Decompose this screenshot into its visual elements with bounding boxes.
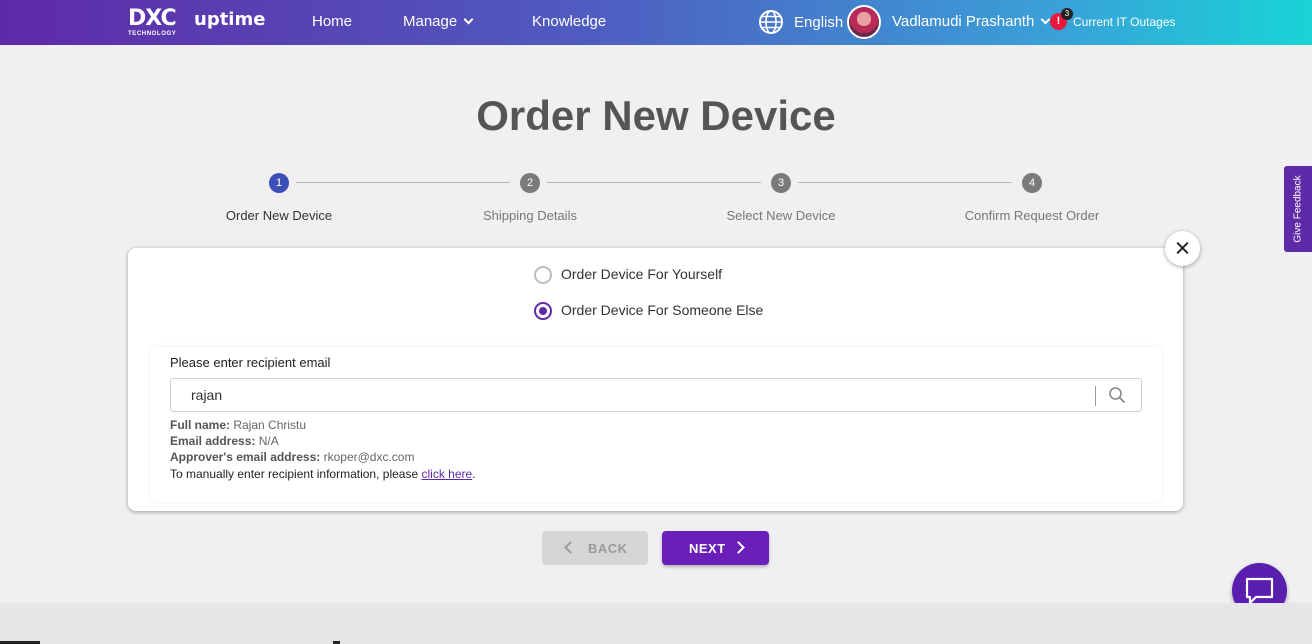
recipient-email-input[interactable]	[170, 378, 1142, 412]
step-1-indicator: 1	[269, 173, 289, 193]
back-button[interactable]: BACK	[542, 531, 648, 565]
language-selector[interactable]: English	[794, 14, 843, 31]
step-4-indicator: 4	[1022, 173, 1042, 193]
top-navigation-bar: DXC TECHNOLOGY uptime Home Manage Knowle…	[0, 0, 1312, 45]
approver-email-value: rkoper@dxc.com	[323, 450, 415, 464]
email-address-label: Email address:	[170, 434, 256, 448]
input-divider	[1095, 386, 1096, 406]
full-name-label: Full name:	[170, 418, 231, 432]
avatar[interactable]	[847, 5, 881, 39]
step-2-indicator: 2	[520, 173, 540, 193]
step-connector	[296, 182, 510, 183]
footer-band	[0, 603, 1312, 644]
nav-home[interactable]: Home	[312, 13, 352, 30]
logo-text: DXC	[128, 6, 177, 31]
next-button-label: NEXT	[689, 541, 726, 556]
alert-count-badge: 3	[1061, 8, 1073, 20]
globe-icon[interactable]	[758, 9, 784, 35]
approver-email-label: Approver's email address:	[170, 450, 321, 464]
chevron-left-icon	[564, 541, 577, 554]
step-1-label: Order New Device	[225, 208, 333, 223]
nav-manage-label: Manage	[403, 13, 458, 30]
click-here-link[interactable]: click here	[421, 467, 472, 481]
step-connector	[547, 182, 761, 183]
back-button-label: BACK	[588, 541, 628, 556]
manual-entry-suffix: .	[472, 467, 476, 481]
current-it-outages-link[interactable]: Current IT Outages	[1073, 15, 1176, 29]
chevron-right-icon	[732, 541, 745, 554]
logo-subtext: TECHNOLOGY	[128, 31, 177, 37]
email-address-row: Email address: N/A	[170, 434, 279, 448]
step-2-label: Shipping Details	[483, 208, 577, 223]
search-icon[interactable]	[1108, 386, 1126, 404]
page-title: Order New Device	[476, 92, 836, 139]
email-address-value: N/A	[258, 434, 279, 448]
next-button[interactable]: NEXT	[662, 531, 769, 565]
give-feedback-tab[interactable]: Give Feedback	[1284, 166, 1312, 252]
give-feedback-label: Give Feedback	[1292, 175, 1304, 243]
radio-label: Order Device For Yourself	[561, 266, 723, 282]
full-name-row: Full name: Rajan Christu	[170, 418, 306, 432]
step-3-indicator: 3	[771, 173, 791, 193]
nav-manage[interactable]: Manage	[403, 13, 474, 30]
manual-entry-row: To manually enter recipient information,…	[170, 467, 476, 481]
radio-button[interactable]	[534, 302, 552, 320]
dxc-logo[interactable]: DXC TECHNOLOGY	[128, 8, 186, 40]
approver-email-row: Approver's email address: rkoper@dxc.com	[170, 450, 414, 464]
close-button[interactable]	[1165, 231, 1200, 266]
user-menu[interactable]: Vadlamudi Prashanth	[892, 13, 1051, 30]
radio-label: Order Device For Someone Else	[561, 302, 764, 318]
chevron-down-icon	[463, 14, 474, 25]
radio-button[interactable]	[534, 266, 552, 284]
step-4-label: Confirm Request Order	[964, 208, 1100, 223]
step-connector	[798, 182, 1012, 183]
full-name-value: Rajan Christu	[233, 418, 307, 432]
user-name: Vadlamudi Prashanth	[892, 13, 1035, 30]
app-name[interactable]: uptime	[194, 9, 265, 30]
step-3-label: Select New Device	[726, 208, 836, 223]
manual-entry-text: To manually enter recipient information,…	[170, 467, 419, 481]
recipient-email-label: Please enter recipient email	[170, 355, 331, 370]
nav-knowledge[interactable]: Knowledge	[532, 13, 606, 30]
